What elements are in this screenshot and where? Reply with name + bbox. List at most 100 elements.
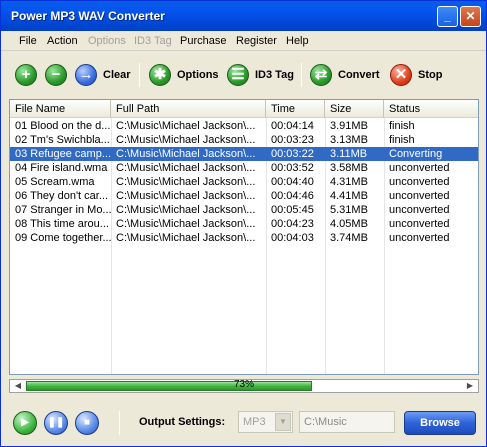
table-row[interactable]: 04 Fire island.wma C:\Music\Michael Jacks… bbox=[10, 161, 478, 175]
cell-status: unconverted bbox=[389, 176, 450, 188]
options-button[interactable]: ✱ Options bbox=[149, 63, 219, 87]
cell-time: 00:05:45 bbox=[271, 204, 314, 216]
toolbar: + − → Clear ✱ Options ☰ ID3 Tag ⇄ Conver… bbox=[1, 53, 486, 97]
column-header-size[interactable]: Size bbox=[325, 100, 384, 118]
menu-id3-tag[interactable]: ID3 Tag bbox=[134, 35, 172, 47]
browse-button[interactable]: Browse bbox=[404, 411, 476, 435]
pause-icon: ❚❚ bbox=[47, 417, 65, 428]
cell-status: Converting bbox=[389, 148, 443, 160]
cell-file-name: 01 Blood on the d... bbox=[15, 120, 111, 132]
column-header-time[interactable]: Time bbox=[266, 100, 325, 118]
cell-status: unconverted bbox=[389, 204, 450, 216]
remove-file-button[interactable]: − bbox=[45, 63, 67, 87]
table-row[interactable]: 06 They don't car... C:\Music\Michael Jac… bbox=[10, 189, 478, 203]
stop-icon: ✕ bbox=[390, 64, 412, 86]
scroll-right-arrow[interactable]: ▶ bbox=[464, 380, 476, 392]
gear-icon: ✱ bbox=[149, 64, 171, 86]
minimize-button[interactable]: _ bbox=[437, 6, 458, 27]
cell-time: 00:03:22 bbox=[271, 148, 314, 160]
cell-full-path: C:\Music\Michael Jackson\... bbox=[116, 176, 256, 188]
menu-action[interactable]: Action bbox=[47, 35, 78, 47]
cell-size: 3.58MB bbox=[330, 162, 368, 174]
progress-label: 73% bbox=[233, 379, 254, 390]
menu-help[interactable]: Help bbox=[286, 35, 309, 47]
title-bar[interactable]: Power MP3 WAV Converter _ ✕ bbox=[1, 1, 486, 31]
output-format-value: MP3 bbox=[243, 416, 266, 428]
options-label: Options bbox=[177, 69, 219, 81]
cell-full-path: C:\Music\Michael Jackson\... bbox=[116, 218, 256, 230]
scroll-left-arrow[interactable]: ◀ bbox=[12, 380, 24, 392]
cell-time: 00:04:23 bbox=[271, 218, 314, 230]
convert-label: Convert bbox=[338, 69, 380, 81]
column-header-status[interactable]: Status bbox=[384, 100, 478, 118]
add-files-button[interactable]: + bbox=[15, 63, 37, 87]
file-list-header: File Name Full Path Time Size Status bbox=[10, 100, 478, 118]
play-button[interactable]: ▶ bbox=[13, 411, 37, 435]
cell-time: 00:04:14 bbox=[271, 120, 314, 132]
cell-full-path: C:\Music\Michael Jackson\... bbox=[116, 190, 256, 202]
cell-full-path: C:\Music\Michael Jackson\... bbox=[116, 148, 256, 160]
menu-options[interactable]: Options bbox=[88, 35, 126, 47]
id3-tag-label: ID3 Tag bbox=[255, 69, 294, 81]
cell-status: unconverted bbox=[389, 218, 450, 230]
table-row[interactable]: 07 Stranger in Mo... C:\Music\Michael Jac… bbox=[10, 203, 478, 217]
convert-button[interactable]: ⇄ Convert bbox=[310, 63, 380, 87]
clear-label: Clear bbox=[103, 69, 131, 81]
table-row[interactable]: 05 Scream.wma C:\Music\Michael Jackson\..… bbox=[10, 175, 478, 189]
table-row[interactable]: 01 Blood on the d... C:\Music\Michael Jac… bbox=[10, 119, 478, 133]
close-button[interactable]: ✕ bbox=[460, 6, 481, 27]
stop-playback-button[interactable]: ■ bbox=[75, 411, 99, 435]
toolbar-separator bbox=[301, 63, 302, 87]
chevron-down-icon[interactable]: ▼ bbox=[275, 413, 291, 431]
cell-time: 00:04:46 bbox=[271, 190, 314, 202]
cell-time: 00:04:40 bbox=[271, 176, 314, 188]
cell-time: 00:03:23 bbox=[271, 134, 314, 146]
cell-full-path: C:\Music\Michael Jackson\... bbox=[116, 232, 256, 244]
cell-status: finish bbox=[389, 120, 415, 132]
column-header-file-name[interactable]: File Name bbox=[10, 100, 111, 118]
output-path-input[interactable]: C:\Music bbox=[299, 411, 395, 433]
list-icon: ☰ bbox=[227, 64, 249, 86]
cell-size: 3.11MB bbox=[330, 148, 368, 160]
cell-file-name: 05 Scream.wma bbox=[15, 176, 95, 188]
cell-status: unconverted bbox=[389, 232, 450, 244]
cell-file-name: 09 Come together... bbox=[15, 232, 111, 244]
remove-icon: − bbox=[45, 64, 67, 86]
cell-file-name: 07 Stranger in Mo... bbox=[15, 204, 111, 216]
output-format-select[interactable]: MP3 ▼ bbox=[238, 411, 293, 433]
app-window: Power MP3 WAV Converter _ ✕ File Action … bbox=[0, 0, 487, 447]
progress-track: 73% bbox=[26, 379, 462, 391]
cell-file-name: 02 Tm's Swichbla... bbox=[15, 134, 110, 146]
cell-status: finish bbox=[389, 134, 415, 146]
convert-icon: ⇄ bbox=[310, 64, 332, 86]
cell-status: unconverted bbox=[389, 162, 450, 174]
menu-register[interactable]: Register bbox=[236, 35, 277, 47]
pause-button[interactable]: ❚❚ bbox=[44, 411, 68, 435]
arrow-right-icon: → bbox=[75, 64, 97, 86]
stop-square-icon: ■ bbox=[83, 417, 91, 428]
cell-size: 3.74MB bbox=[330, 232, 368, 244]
cell-size: 4.05MB bbox=[330, 218, 368, 230]
output-settings-label: Output Settings: bbox=[139, 416, 226, 428]
table-row[interactable]: 08 This time arou... C:\Music\Michael Jac… bbox=[10, 217, 478, 231]
file-list[interactable]: File Name Full Path Time Size Status 01 … bbox=[9, 99, 479, 375]
play-icon: ▶ bbox=[21, 417, 29, 428]
bottom-bar: ▶ ❚❚ ■ Output Settings: MP3 ▼ C:\Music B… bbox=[1, 403, 486, 443]
menu-bar: File Action Options ID3 Tag Purchase Reg… bbox=[1, 31, 486, 51]
cell-size: 4.41MB bbox=[330, 190, 368, 202]
stop-button[interactable]: ✕ Stop bbox=[390, 63, 442, 87]
column-header-full-path[interactable]: Full Path bbox=[111, 100, 266, 118]
cell-time: 00:03:52 bbox=[271, 162, 314, 174]
progress-scrollbar[interactable]: ◀ 73% ▶ bbox=[9, 379, 479, 393]
cell-full-path: C:\Music\Michael Jackson\... bbox=[116, 162, 256, 174]
toolbar-separator bbox=[139, 63, 140, 87]
cell-status: unconverted bbox=[389, 190, 450, 202]
menu-file[interactable]: File bbox=[19, 35, 37, 47]
cell-full-path: C:\Music\Michael Jackson\... bbox=[116, 134, 256, 146]
menu-purchase[interactable]: Purchase bbox=[180, 35, 226, 47]
clear-button[interactable]: → Clear bbox=[75, 63, 131, 87]
table-row[interactable]: 02 Tm's Swichbla... C:\Music\Michael Jack… bbox=[10, 133, 478, 147]
table-row[interactable]: 09 Come together... C:\Music\Michael Jack… bbox=[10, 231, 478, 245]
table-row[interactable]: 03 Refugee camp... C:\Music\Michael Jacks… bbox=[10, 147, 478, 161]
id3-tag-button[interactable]: ☰ ID3 Tag bbox=[227, 63, 294, 87]
